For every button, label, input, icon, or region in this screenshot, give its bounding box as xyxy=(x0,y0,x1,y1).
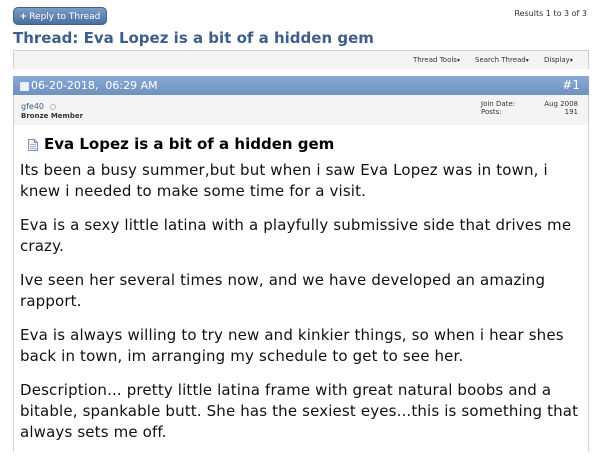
post-date: 06-20-2018, 06:29 AM xyxy=(31,79,158,92)
post-paragraph: Description... pretty little latina fram… xyxy=(20,381,579,441)
post-message: Its been a busy summer,but but when i sa… xyxy=(20,160,580,456)
post-paragraph: Ive seen her several times now, and we h… xyxy=(20,271,546,310)
offline-status-icon xyxy=(50,104,56,110)
thread-prefix: Thread: xyxy=(13,29,79,47)
caret-down-icon: ▾ xyxy=(456,57,460,64)
thread-tools-label: Thread Tools xyxy=(413,56,457,64)
post-checkbox[interactable] xyxy=(20,82,29,91)
document-icon xyxy=(28,139,38,151)
results-count: Results 1 to 3 of 3 xyxy=(514,9,587,18)
username-link[interactable]: gfe40 xyxy=(21,102,44,111)
user-rank: Bronze Member xyxy=(21,112,84,120)
post-paragraph: Eva is a sexy little latina with a playf… xyxy=(20,216,572,255)
plus-icon: + xyxy=(19,12,28,22)
search-thread-menu[interactable]: Search Thread▾ xyxy=(475,56,529,64)
post-header-bar: 06-20-2018, 06:29 AM #1 xyxy=(13,76,589,95)
reply-button-label: Reply to Thread xyxy=(29,12,101,22)
caret-down-icon: ▾ xyxy=(525,57,529,64)
reply-to-thread-button[interactable]: + Reply to Thread xyxy=(13,7,107,25)
display-label: Display xyxy=(544,56,570,64)
post-number-link[interactable]: #1 xyxy=(562,78,580,92)
post-body: Eva Lopez is a bit of a hidden gem Its b… xyxy=(13,125,589,452)
post-paragraph: Eva is always willing to try new and kin… xyxy=(20,326,564,365)
post-paragraph: Its been a busy summer,but but when i sa… xyxy=(20,161,548,200)
join-date-label: Join Date: xyxy=(481,100,516,108)
thread-toolbar: Thread Tools▾ Search Thread▾ Display▾ xyxy=(13,50,589,69)
display-menu[interactable]: Display▾ xyxy=(544,56,573,64)
caret-down-icon: ▾ xyxy=(569,57,573,64)
thread-tools-menu[interactable]: Thread Tools▾ xyxy=(413,56,460,64)
posts-value: 191 xyxy=(564,108,578,116)
user-info-panel: gfe40 Bronze Member Join Date: Aug 2008 … xyxy=(13,95,589,125)
page-title: Thread: Eva Lopez is a bit of a hidden g… xyxy=(13,29,374,47)
posts-label: Posts: xyxy=(481,108,502,116)
join-date-value: Aug 2008 xyxy=(544,100,578,108)
post-title: Eva Lopez is a bit of a hidden gem xyxy=(44,135,335,153)
search-thread-label: Search Thread xyxy=(475,56,526,64)
thread-title: Eva Lopez is a bit of a hidden gem xyxy=(83,29,374,47)
